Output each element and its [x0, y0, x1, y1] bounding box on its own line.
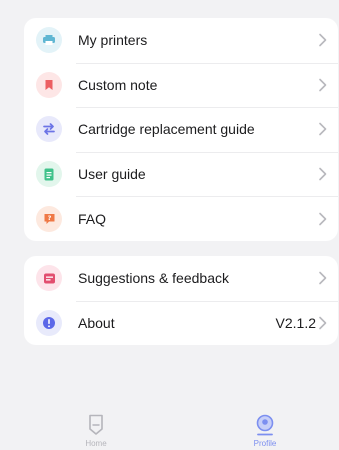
chevron-right-icon [319, 78, 327, 92]
chevron-right-icon [319, 123, 327, 136]
tab-profile-label: Profile [253, 439, 277, 448]
chevron-right-icon [319, 33, 327, 47]
menu-item-label: User guide [78, 166, 146, 183]
menu-group-support: Suggestions & feedback About V2.1.2 [24, 256, 338, 346]
chevron-right-icon [319, 167, 327, 181]
menu-item-cartridge-guide[interactable]: Cartridge replacement guide [24, 107, 338, 152]
menu-item-custom-note[interactable]: Custom note [24, 62, 338, 108]
document-icon [36, 161, 62, 188]
menu-item-feedback[interactable]: Suggestions & feedback [24, 256, 338, 301]
tab-home[interactable]: Home [66, 413, 126, 448]
tab-home-label: Home [85, 439, 107, 448]
feedback-icon [36, 265, 62, 292]
home-printer-icon [89, 414, 103, 435]
menu-item-label: My printers [78, 32, 148, 49]
version-value: V2.1.2 [275, 314, 316, 331]
menu-item-label: About [78, 314, 115, 331]
menu-item-label: Custom note [78, 76, 158, 93]
menu-item-label: Cartridge replacement guide [78, 121, 255, 138]
menu-item-about[interactable]: About V2.1.2 [24, 300, 338, 346]
bottom-tab-bar: Home Profile [0, 400, 339, 450]
menu-item-faq[interactable]: ? FAQ [24, 196, 338, 241]
menu-item-label: Suggestions & feedback [78, 270, 229, 287]
svg-text:?: ? [47, 214, 51, 222]
chevron-right-icon [319, 271, 327, 285]
printer-icon [36, 27, 62, 54]
menu-item-label: FAQ [78, 210, 107, 227]
menu-group-main: My printers Custom note Cartridge replac… [24, 18, 338, 241]
tab-profile[interactable]: Profile [235, 413, 295, 448]
chevron-right-icon [319, 212, 327, 225]
chevron-right-icon [319, 316, 327, 330]
profile-icon [256, 414, 274, 436]
menu-item-my-printers[interactable]: My printers [24, 18, 338, 63]
bookmark-icon [36, 71, 62, 98]
menu-item-user-guide[interactable]: User guide [24, 151, 338, 197]
swap-arrows-icon [36, 116, 62, 143]
info-icon [36, 309, 62, 336]
question-chat-icon: ? [36, 205, 62, 232]
